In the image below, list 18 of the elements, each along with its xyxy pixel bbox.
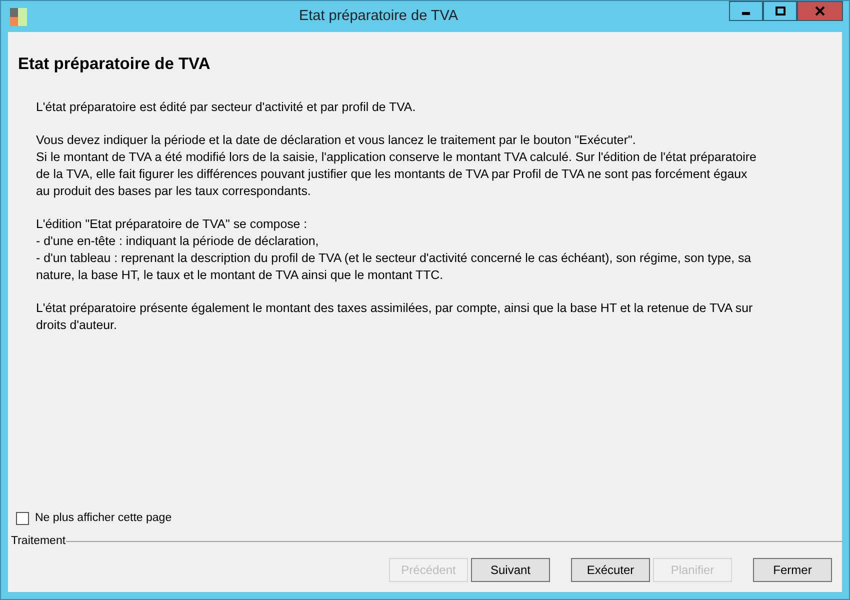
page-heading: Etat préparatoire de TVA xyxy=(18,54,212,75)
app-icon xyxy=(10,8,28,26)
group-label: Traitement xyxy=(11,534,66,549)
checkbox-label[interactable]: Ne plus afficher cette page xyxy=(35,510,172,527)
dialog-button[interactable]: Exécuter xyxy=(571,558,650,582)
minimize-button[interactable] xyxy=(729,1,763,21)
maximize-button[interactable] xyxy=(763,1,797,21)
window-title: Etat préparatoire de TVA xyxy=(298,6,460,26)
checkbox[interactable] xyxy=(16,512,29,525)
paragraph: L'état préparatoire présente également le montant des taxes assimilées, par compte, ainsi que la base HT et la retenue de TVA sur droits d'auteur. xyxy=(36,300,754,334)
close-button[interactable] xyxy=(797,1,843,21)
paragraph: L'état préparatoire est édité par secteur d'activité et par profil de TVA. xyxy=(36,98,417,116)
paragraph: Vous devez indiquer la période et la date de déclaration et vous lancez le traitement par le bouton "Exécuter". Si le montant de TVA a été modifié lors de la saisie, l'application conserve le montant TVA calculé. Sur l'édition de l'état préparatoire de la TVA, elle fait figurer les différences pouvant justifier que les montants de TVA par Profil de TVA ne sont pas forcément égaux au produit des bases par les taux correspondants. xyxy=(36,132,758,200)
dialog-button[interactable]: Suivant xyxy=(471,558,550,582)
dialog-button[interactable]: Fermer xyxy=(753,558,832,582)
paragraph: L'édition "Etat préparatoire de TVA" se compose : - d'une en-tête : indiquant la période de déclaration, - d'un tableau : reprenant la description du profil de TVA (et le secteur d'activité concerné le cas échéant), son régime, son type, sa nature, la base HT, le taux et le montant de TVA ainsi que le montant TTC. xyxy=(36,216,752,284)
close-icon xyxy=(814,6,826,16)
maximize-icon xyxy=(774,6,786,16)
